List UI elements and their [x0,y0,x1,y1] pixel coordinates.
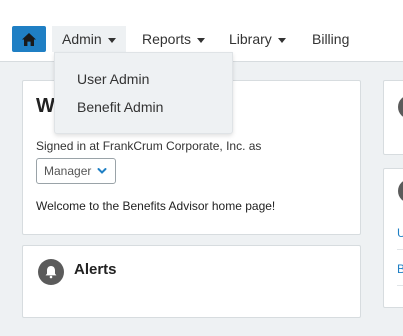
nav-billing[interactable]: Billing [312,26,349,52]
panel-icon [398,179,403,203]
alerts-title: Alerts [74,261,117,278]
signed-in-text: Signed in at FrankCrum Corporate, Inc. a… [36,139,262,153]
welcome-heading: W [36,95,55,117]
menu-item-benefit-admin[interactable]: Benefit Admin [77,99,163,115]
right-panel-top [383,80,403,155]
caret-down-icon [277,37,286,43]
role-select-value: Manager [44,164,92,178]
right-link-1[interactable]: U [397,226,403,240]
nav-reports-label: Reports [142,31,192,47]
alerts-panel: Alerts [22,245,361,318]
role-select[interactable]: Manager [36,158,116,184]
nav-library[interactable]: Library [229,26,286,52]
nav-admin-label: Admin [62,31,102,47]
panel-icon [398,95,403,119]
right-link-2[interactable]: B [397,262,403,276]
home-icon [22,32,36,46]
chevron-down-icon [97,168,107,174]
caret-down-icon [107,37,116,43]
right-panel-bottom: U B [383,168,403,308]
nav-library-label: Library [229,31,272,47]
welcome-message: Welcome to the Benefits Advisor home pag… [36,199,276,213]
bell-glyph [45,266,57,279]
divider [397,249,403,250]
home-button[interactable] [12,26,46,52]
menu-item-user-admin[interactable]: User Admin [77,71,149,87]
nav-reports[interactable]: Reports [142,26,206,52]
admin-dropdown-menu: User Admin Benefit Admin [54,52,233,134]
nav-admin[interactable]: Admin [52,26,126,52]
bell-icon [38,259,64,285]
nav-billing-label: Billing [312,31,350,47]
caret-down-icon [197,37,206,43]
divider [397,285,403,286]
